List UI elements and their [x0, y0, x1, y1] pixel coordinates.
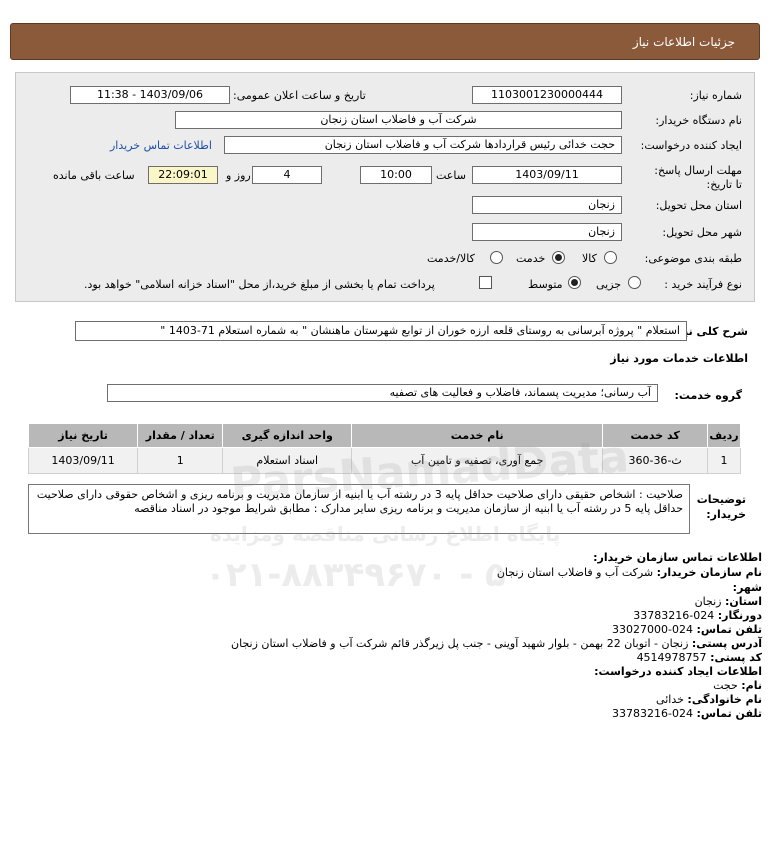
process-minor-label: جزیی: [596, 278, 622, 291]
treasury-payment-checkbox[interactable]: [479, 276, 492, 289]
treasury-payment-note: پرداخت تمام یا بخشی از مبلغ خرید،از محل …: [84, 278, 435, 291]
contact-fax-label: دورنگار:: [717, 609, 762, 622]
creator-phone-label: تلفن تماس:: [696, 707, 762, 720]
process-label: نوع فرآیند خرید :: [664, 278, 742, 291]
need-number-label: شماره نیاز:: [689, 89, 742, 102]
deadline-date-field: 1403/09/11: [472, 166, 622, 184]
buyer-org-label: نام دستگاه خریدار:: [655, 114, 742, 127]
creator-title: اطلاعات ایجاد کننده درخواست:: [594, 665, 762, 678]
creator-name-value: حجت: [713, 679, 738, 692]
contact-province-value: زنجان: [694, 595, 722, 608]
process-medium-radio[interactable]: [568, 276, 581, 289]
col-qty: تعداد / مقدار: [137, 423, 224, 448]
announce-date-label: تاریخ و ساعت اعلان عمومی:: [233, 89, 366, 102]
contact-phone-value: 024-33027000: [612, 623, 694, 636]
table-header-row: ردیف کد خدمت نام خدمت واحد اندازه گیری ت…: [27, 423, 741, 448]
contact-phone: تلفن تماس: 024-33027000: [612, 623, 762, 636]
services-section-title: اطلاعات خدمات مورد نیاز: [610, 352, 748, 365]
contact-fax: دورنگار: 024-33783216: [633, 609, 762, 622]
deadline-time-field: 10:00: [360, 166, 432, 184]
remaining-time-label: ساعت باقی مانده: [53, 169, 135, 182]
contact-province: استان: زنجان: [695, 595, 762, 608]
page-header: جزئیات اطلاعات نیاز: [10, 23, 760, 60]
creator-phone: تلفن تماس: 024-33783216: [612, 707, 762, 720]
contact-fax-value: 024-33783216: [633, 609, 715, 622]
cell-qty: 1: [137, 447, 224, 474]
table-row: 1 ث-36-360 جمع آوری، تصفیه و تامین آب اس…: [27, 447, 741, 474]
creator-label: ایجاد کننده درخواست:: [640, 139, 742, 152]
process-minor-radio[interactable]: [628, 276, 641, 289]
province-field: زنجان: [472, 196, 622, 214]
watermark-phone: ۰۲۱-۸۸۳۴۹۶۷۰ - ۵: [205, 555, 506, 595]
buyer-notes-label: توضیحات خریدار:: [696, 493, 746, 521]
category-label: طبقه بندی موضوعی:: [644, 252, 742, 265]
contact-org-label: نام سازمان خریدار:: [656, 566, 762, 579]
creator-family-label: نام خانوادگی:: [687, 693, 762, 706]
service-group-field: آب رسانی؛ مدیریت پسماند، فاضلاب و فعالیت…: [107, 384, 658, 402]
deadline-time-label: ساعت: [436, 169, 466, 182]
col-code: کد خدمت: [602, 423, 709, 448]
col-name: نام خدمت: [351, 423, 604, 448]
contact-province-label: استان:: [725, 595, 762, 608]
cell-code: ث-36-360: [602, 447, 709, 474]
city-label: شهر محل تحویل:: [662, 226, 742, 239]
category-service-label: خدمت: [516, 252, 546, 265]
creator-name: نام: حجت: [713, 679, 762, 692]
city-field: زنجان: [472, 223, 622, 241]
contact-postal-value: 4514978757: [636, 651, 707, 664]
cell-date: 1403/09/11: [27, 447, 139, 474]
category-goods-service-radio[interactable]: [490, 251, 503, 264]
announce-date-field: 1403/09/06 - 11:38: [70, 86, 230, 104]
category-goods-radio[interactable]: [604, 251, 617, 264]
category-goods-service-label: کالا/خدمت: [427, 252, 475, 265]
contact-phone-label: تلفن تماس:: [696, 623, 762, 636]
contact-title: اطلاعات تماس سازمان خریدار:: [593, 551, 762, 564]
days-field: 4: [252, 166, 322, 184]
creator-name-label: نام:: [741, 679, 762, 692]
process-medium-label: متوسط: [528, 278, 563, 291]
summary-field: استعلام " پروژه آبرسانی به روستای قلعه ا…: [75, 321, 687, 341]
contact-address-label: آدرس پستی:: [691, 637, 762, 650]
services-table: ردیف کد خدمت نام خدمت واحد اندازه گیری ت…: [27, 423, 741, 474]
category-service-radio[interactable]: [552, 251, 565, 264]
col-row: ردیف: [707, 423, 741, 448]
buyer-notes-text: صلاحیت : اشخاص حقیقی دارای صلاحیت حداقل …: [28, 484, 690, 534]
contact-address: آدرس پستی: زنجان - اتوبان 22 بهمن - بلوا…: [231, 637, 762, 650]
cell-unit: اسناد استعلام: [222, 447, 353, 474]
contact-org-value: شرکت آب و فاضلاب استان زنجان: [496, 566, 654, 579]
remaining-time-field: 22:09:01: [148, 166, 218, 184]
col-date: تاریخ نیاز: [27, 423, 139, 448]
col-unit: واحد اندازه گیری: [222, 423, 353, 448]
buyer-org-field: شرکت آب و فاضلاب استان زنجان: [175, 111, 622, 129]
creator-family: نام خانوادگی: خدائی: [656, 693, 762, 706]
province-label: استان محل تحویل:: [655, 199, 742, 212]
contact-postal-label: کد پستی:: [710, 651, 762, 664]
contact-city: شهر:: [733, 581, 762, 594]
creator-family-value: خدائی: [656, 693, 684, 706]
creator-field: حجت خدائی رئیس قراردادها شرکت آب و فاضلا…: [224, 136, 622, 154]
contact-postal: کد پستی: 4514978757: [637, 651, 762, 664]
contact-city-label: شهر:: [732, 581, 762, 594]
cell-name: جمع آوری، تصفیه و تامین آب: [351, 447, 604, 474]
buyer-contact-link[interactable]: اطلاعات تماس خریدار: [110, 139, 212, 152]
days-label: روز و: [226, 169, 251, 182]
need-details-panel: [15, 72, 755, 302]
category-goods-label: کالا: [582, 252, 597, 265]
page-title: جزئیات اطلاعات نیاز: [632, 35, 735, 49]
contact-address-value: زنجان - اتوبان 22 بهمن - بلوار شهید آوین…: [231, 637, 689, 650]
creator-phone-value: 024-33783216: [612, 707, 694, 720]
contact-org: نام سازمان خریدار: شرکت آب و فاضلاب استا…: [497, 566, 762, 579]
cell-row: 1: [707, 447, 741, 474]
deadline-label: مهلت ارسال پاسخ: تا تاریخ:: [654, 164, 742, 191]
need-number-field: 1103001230000444: [472, 86, 622, 104]
service-group-label: گروه خدمت:: [674, 389, 742, 402]
